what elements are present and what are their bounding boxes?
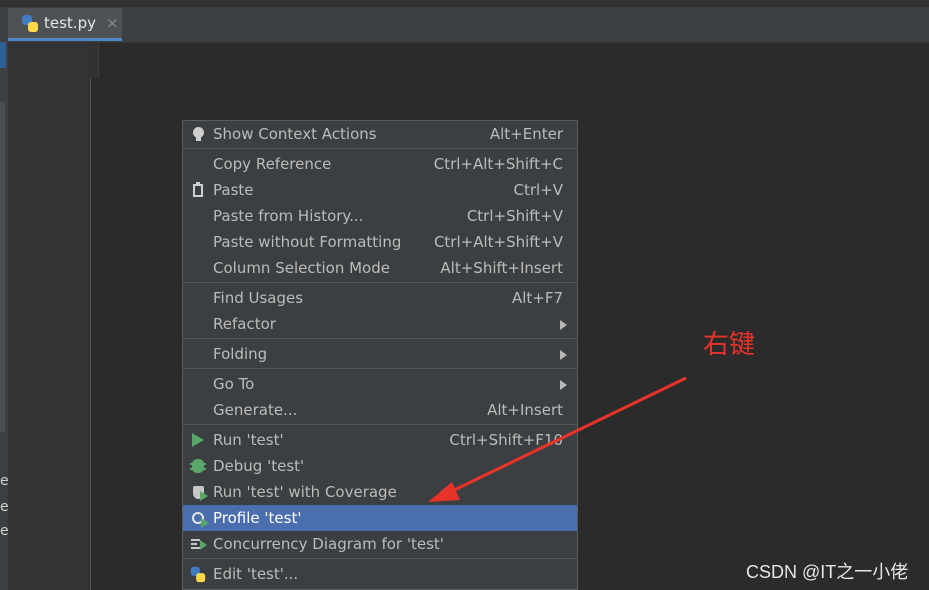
watermark: CSDN @IT之一小佬: [746, 562, 909, 582]
annotation-arrow: [428, 376, 687, 502]
annotation-label: 右键: [703, 330, 756, 360]
